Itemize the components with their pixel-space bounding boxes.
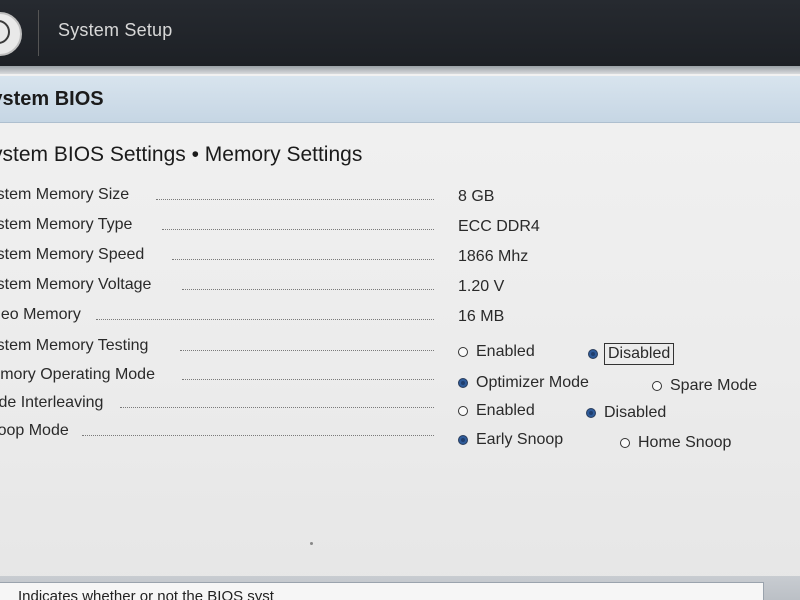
topbar-shadow [0,66,800,74]
radio-on-icon [458,378,468,388]
option-label: Optimizer Mode [476,374,589,391]
radio-on-icon [586,408,596,418]
row-system-memory-voltage: System Memory Voltage 1.20 V [0,276,800,304]
app-title: System Setup [58,20,173,40]
node-interleaving-enabled-radio[interactable]: Enabled [458,402,535,420]
option-label: Disabled [604,404,667,421]
help-box: Indicates whether or not the BIOS syst [0,582,764,600]
option-label: Early Snoop [476,431,564,448]
dotted-leader [180,350,434,351]
option-label: Spare Mode [670,377,758,394]
screen-speck [310,542,313,545]
row-system-memory-type: System Memory Type ECC DDR4 [0,216,800,244]
row-value: 8 GB [458,188,495,205]
dotted-leader [120,407,434,408]
row-value: ECC DDR4 [458,218,540,235]
dotted-leader [182,379,434,380]
row-label: System Memory Speed [0,246,145,263]
bios-screen: System Setup System BIOS System BIOS Set… [0,0,800,600]
dotted-leader [156,199,434,200]
dotted-leader [182,289,434,290]
row-system-memory-speed: System Memory Speed 1866 Mhz [0,246,800,274]
row-memory-operating-mode: Memory Operating Mode Optimizer Mode Spa… [0,366,800,394]
option-label: Enabled [476,402,535,419]
option-label: Enabled [476,343,535,360]
row-label: Video Memory [0,306,81,323]
row-snoop-mode: Snoop Mode Early Snoop Home Snoop [0,422,800,452]
page-title: System BIOS Settings • Memory Settings [0,143,363,166]
row-label: Memory Operating Mode [0,366,155,383]
option-label: Home Snoop [638,434,732,451]
snoop-mode-early-radio[interactable]: Early Snoop [458,431,563,449]
help-text: Indicates whether or not the BIOS syst [18,588,274,600]
section-title: System BIOS [0,88,104,110]
operating-mode-spare-radio[interactable]: Spare Mode [652,377,757,395]
topbar-divider [38,10,39,56]
dotted-leader [162,229,434,230]
radio-on-icon [588,349,598,359]
row-system-memory-testing: System Memory Testing Enabled Disabled [0,337,800,365]
row-value: 1.20 V [458,278,505,295]
memory-testing-enabled-radio[interactable]: Enabled [458,343,535,361]
row-label: System Memory Type [0,216,133,233]
row-value: 1866 Mhz [458,248,529,265]
row-label: System Memory Testing [0,337,149,354]
row-label: System Memory Voltage [0,276,152,293]
radio-off-icon [458,406,468,416]
row-node-interleaving: Node Interleaving Enabled Disabled [0,394,800,422]
row-video-memory: Video Memory 16 MB [0,306,800,334]
row-label: System Memory Size [0,186,130,203]
radio-off-icon [620,438,630,448]
row-label: Node Interleaving [0,394,104,411]
snoop-mode-home-radio[interactable]: Home Snoop [620,434,731,452]
row-value: 16 MB [458,308,505,325]
dotted-leader [96,319,434,320]
dotted-leader [82,435,434,436]
operating-mode-optimizer-radio[interactable]: Optimizer Mode [458,374,589,392]
option-label: Disabled [603,343,675,365]
node-interleaving-disabled-radio[interactable]: Disabled [586,404,666,422]
top-bar: System Setup [0,0,800,66]
row-system-memory-size: System Memory Size 8 GB [0,186,800,214]
row-label: Snoop Mode [0,422,69,439]
radio-on-icon [458,435,468,445]
dotted-leader [172,259,434,260]
dell-logo-icon [0,12,22,56]
section-header: System BIOS [0,76,800,123]
radio-off-icon [458,347,468,357]
radio-off-icon [652,381,662,391]
memory-testing-disabled-radio[interactable]: Disabled [588,343,675,365]
